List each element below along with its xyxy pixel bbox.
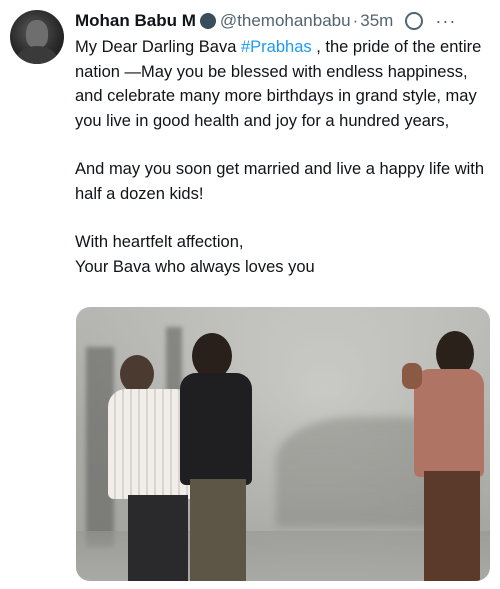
tweet-text: My Dear Darling Bava #Prabhas , the prid…: [75, 35, 490, 279]
avatar[interactable]: [10, 10, 64, 64]
grok-icon[interactable]: [405, 10, 427, 30]
avatar-shoulders: [16, 46, 58, 64]
tweet-media-photo[interactable]: [76, 307, 490, 581]
photo-person-trousers: [424, 471, 480, 581]
photo-person-trousers: [190, 479, 246, 581]
tweet-header: Mohan Babu M @themohanbabu · 35m ···: [75, 8, 492, 34]
hashtag-link[interactable]: #Prabhas: [241, 38, 312, 56]
author-handle[interactable]: @themohanbabu: [220, 11, 351, 31]
more-options-icon[interactable]: ···: [435, 11, 456, 32]
verified-badge-icon: [199, 13, 216, 29]
photo-person-trousers: [128, 495, 188, 581]
photo-person-shirt: [180, 373, 252, 485]
author-name[interactable]: Mohan Babu M: [75, 11, 196, 31]
tweet-paragraph-3-line1: With heartfelt affection,: [75, 233, 244, 251]
tweet-timestamp[interactable]: 35m: [360, 11, 393, 31]
avatar-face: [26, 20, 48, 48]
tweet-paragraph-3-line2: Your Bava who always loves you: [75, 257, 315, 276]
tweet-paragraph-1: My Dear Darling Bava #Prabhas , the prid…: [75, 35, 490, 133]
photo-person-shirt: [414, 369, 484, 477]
photo-person-head: [120, 355, 154, 393]
text-segment: My Dear Darling Bava: [75, 38, 241, 56]
tweet-paragraph-2: And may you soon get married and live a …: [75, 160, 485, 203]
photo-person-hands: [402, 363, 422, 389]
separator-dot: ·: [352, 11, 359, 30]
